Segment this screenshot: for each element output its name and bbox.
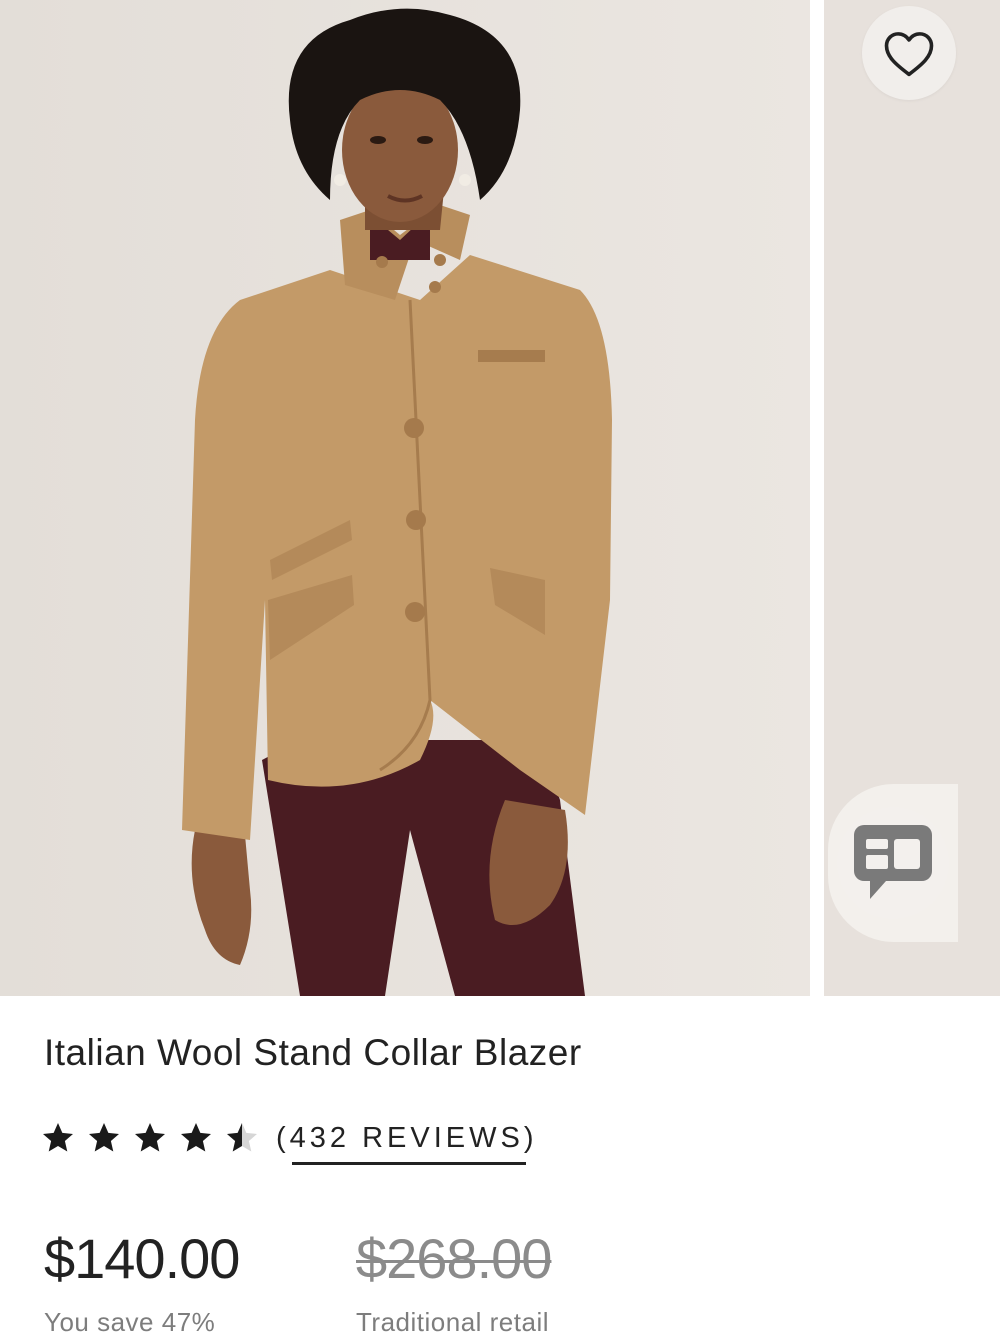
chat-bubble-icon	[854, 825, 932, 899]
chat-button[interactable]	[828, 784, 958, 942]
model-blazer-illustration	[0, 0, 810, 996]
reviews-count-label: (432 REVIEWS)	[276, 1121, 538, 1154]
price-block: $140.00 You save 47%	[44, 1226, 240, 1338]
reviews-link[interactable]: (432 REVIEWS)	[276, 1121, 538, 1165]
reviews-link-underline	[292, 1161, 526, 1165]
product-title: Italian Wool Stand Collar Blazer	[44, 1032, 582, 1073]
star-icon	[43, 1123, 73, 1152]
product-rating[interactable]: (432 REVIEWS)	[40, 1120, 538, 1165]
retail-price: $268.00	[356, 1227, 552, 1290]
favorite-button[interactable]	[862, 6, 956, 100]
star-half-icon	[227, 1123, 257, 1152]
heart-outline-icon	[884, 32, 934, 77]
star-icon	[89, 1123, 119, 1152]
star-icon	[135, 1123, 165, 1152]
chat-button-circle	[837, 807, 949, 919]
savings-label: You save 47%	[44, 1307, 216, 1337]
star-rating	[40, 1120, 270, 1156]
retail-label: Traditional retail	[356, 1307, 550, 1337]
star-icon	[181, 1123, 211, 1152]
retail-price-block: $268.00 Traditional retail	[356, 1226, 552, 1338]
product-photo-main[interactable]	[0, 0, 810, 996]
sale-price: $140.00	[44, 1227, 240, 1290]
